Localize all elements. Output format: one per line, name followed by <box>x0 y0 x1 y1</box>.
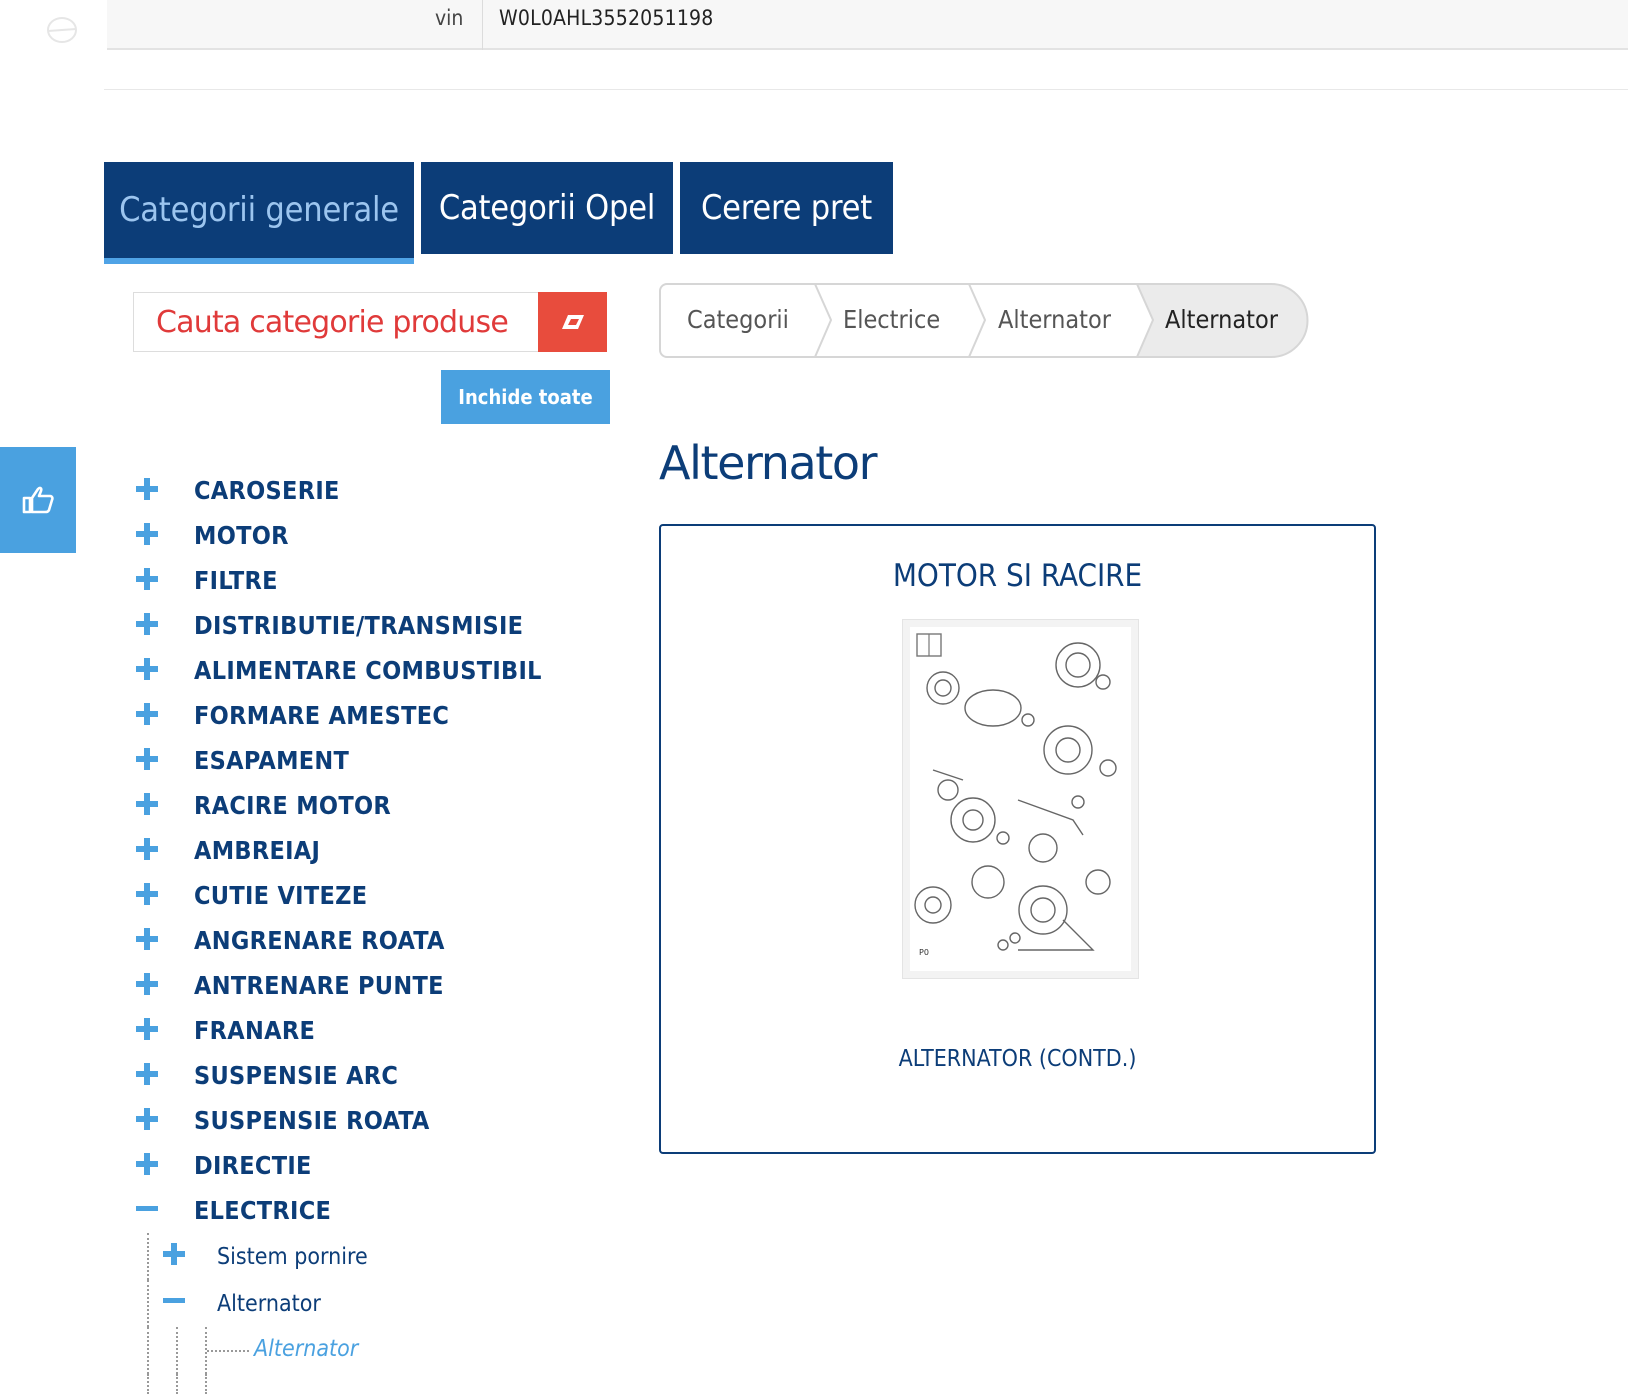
category-item[interactable]: FORMARE AMESTEC <box>130 693 610 738</box>
category-item[interactable]: MOTOR <box>130 513 610 558</box>
expand-icon[interactable] <box>130 648 194 693</box>
category-label: ANGRENARE ROATA <box>194 926 445 955</box>
alternator-diagram-image[interactable]: P0 <box>902 619 1139 979</box>
subcategory-item[interactable]: Sistem pornire <box>147 1233 610 1280</box>
leaf-item-active[interactable]: Alternator <box>147 1327 610 1374</box>
category-item[interactable]: ELECTRICE <box>130 1188 610 1233</box>
category-label: SUSPENSIE ARC <box>194 1061 399 1090</box>
vin-label: vin <box>435 6 464 30</box>
category-label: RACIRE MOTOR <box>194 791 391 820</box>
category-label: ANTRENARE PUNTE <box>194 971 444 1000</box>
expand-icon[interactable] <box>130 918 194 963</box>
divider <box>104 89 1628 90</box>
category-search <box>133 292 607 352</box>
category-item[interactable]: FILTRE <box>130 558 610 603</box>
tab-label: Categorii generale <box>119 190 399 230</box>
category-label: FRANARE <box>194 1016 316 1045</box>
breadcrumb-item[interactable]: Electrice <box>843 283 940 356</box>
tree-guide <box>176 1374 178 1394</box>
expand-icon[interactable] <box>130 963 194 1008</box>
expand-icon[interactable] <box>130 558 194 603</box>
category-item[interactable]: CUTIE VITEZE <box>130 873 610 918</box>
diagram-card[interactable]: MOTOR SI RACIRE P0 ALTERNATOR (CONTD.) <box>659 524 1376 1154</box>
category-label: MOTOR <box>194 521 289 550</box>
subcategory-item[interactable]: Alternator <box>147 1280 610 1327</box>
expand-icon[interactable] <box>130 603 194 648</box>
category-item[interactable]: RACIRE MOTOR <box>130 783 610 828</box>
subcategory-label: Alternator <box>217 1290 321 1317</box>
svg-text:P0: P0 <box>919 948 929 957</box>
vin-separator <box>482 0 483 50</box>
expand-icon[interactable] <box>130 1053 194 1098</box>
breadcrumb-item[interactable]: Categorii <box>687 283 789 356</box>
breadcrumb-current: Alternator <box>1165 305 1278 334</box>
expand-icon[interactable] <box>130 783 194 828</box>
tree-guide <box>176 1327 178 1374</box>
category-item[interactable]: SUSPENSIE ARC <box>130 1053 610 1098</box>
category-item[interactable]: ANGRENARE ROATA <box>130 918 610 963</box>
tab-categorii-opel[interactable]: Categorii Opel <box>421 162 673 254</box>
breadcrumb-item[interactable]: Alternator <box>998 283 1111 356</box>
category-label: ESAPAMENT <box>194 746 350 775</box>
expand-icon[interactable] <box>130 873 194 918</box>
close-all-button[interactable]: Inchide toate <box>441 370 610 424</box>
expand-icon[interactable] <box>130 738 194 783</box>
card-caption: ALTERNATOR (CONTD.) <box>898 1046 1137 1072</box>
card-title: MOTOR SI RACIRE <box>892 558 1143 594</box>
category-item[interactable]: SUSPENSIE ROATA <box>130 1098 610 1143</box>
tab-label: Categorii Opel <box>438 188 656 228</box>
tree-guide <box>205 1374 207 1394</box>
tab-label: Cerere pret <box>700 188 873 228</box>
expand-icon[interactable] <box>157 1233 217 1280</box>
expand-icon[interactable] <box>130 693 194 738</box>
category-item[interactable]: FRANARE <box>130 1008 610 1053</box>
expand-icon[interactable] <box>130 828 194 873</box>
tab-cerere-pret[interactable]: Cerere pret <box>680 162 893 254</box>
collapse-icon[interactable] <box>130 1188 194 1233</box>
category-label: ALIMENTARE COMBUSTIBIL <box>194 656 542 685</box>
vin-bar: vin W0L0AHL3552051198 <box>107 0 1628 50</box>
collapse-icon[interactable] <box>157 1280 217 1327</box>
category-item[interactable]: ESAPAMENT <box>130 738 610 783</box>
category-item[interactable]: AMBREIAJ <box>130 828 610 873</box>
vin-value: W0L0AHL3552051198 <box>499 6 714 30</box>
category-item[interactable]: ALIMENTARE COMBUSTIBIL <box>130 648 610 693</box>
category-tree: CAROSERIE MOTOR FILTRE DISTRIBUTIE/TRANSMIS… <box>130 468 610 1394</box>
category-item[interactable]: CAROSERIE <box>130 468 610 513</box>
category-item[interactable]: DISTRIBUTIE/TRANSMISIE <box>130 603 610 648</box>
category-item[interactable]: DIRECTIE <box>130 1143 610 1188</box>
category-label: SUSPENSIE ROATA <box>194 1106 430 1135</box>
expand-icon[interactable] <box>130 1008 194 1053</box>
page-title: Alternator <box>659 436 878 490</box>
category-label: CAROSERIE <box>194 476 340 505</box>
expand-icon[interactable] <box>130 513 194 558</box>
category-item[interactable]: ANTRENARE PUNTE <box>130 963 610 1008</box>
subcategory-label: Sistem pornire <box>217 1243 368 1270</box>
expand-icon[interactable] <box>130 468 194 513</box>
eraser-icon <box>561 315 584 329</box>
tree-guide <box>147 1327 149 1374</box>
category-label: AMBREIAJ <box>194 836 321 865</box>
clear-search-button[interactable] <box>538 292 607 352</box>
tab-categorii-generale[interactable]: Categorii generale <box>104 162 414 264</box>
category-label: DISTRIBUTIE/TRANSMISIE <box>194 611 524 640</box>
category-label: FORMARE AMESTEC <box>194 701 450 730</box>
search-input[interactable] <box>134 293 538 351</box>
category-label: DIRECTIE <box>194 1151 312 1180</box>
tree-guide <box>147 1280 149 1327</box>
tree-guide <box>147 1374 149 1394</box>
category-label: FILTRE <box>194 566 278 595</box>
feedback-button[interactable] <box>0 447 76 553</box>
tree-guide <box>207 1350 249 1352</box>
brand-logo[interactable] <box>14 10 114 54</box>
category-label: CUTIE VITEZE <box>194 881 368 910</box>
tree-guide <box>147 1233 149 1280</box>
leaf-label: Alternator <box>254 1336 359 1362</box>
thumbs-up-icon <box>22 486 54 514</box>
expand-icon[interactable] <box>130 1098 194 1143</box>
expand-icon[interactable] <box>130 1143 194 1188</box>
tree-continuation <box>147 1374 610 1394</box>
category-label: ELECTRICE <box>194 1196 332 1225</box>
